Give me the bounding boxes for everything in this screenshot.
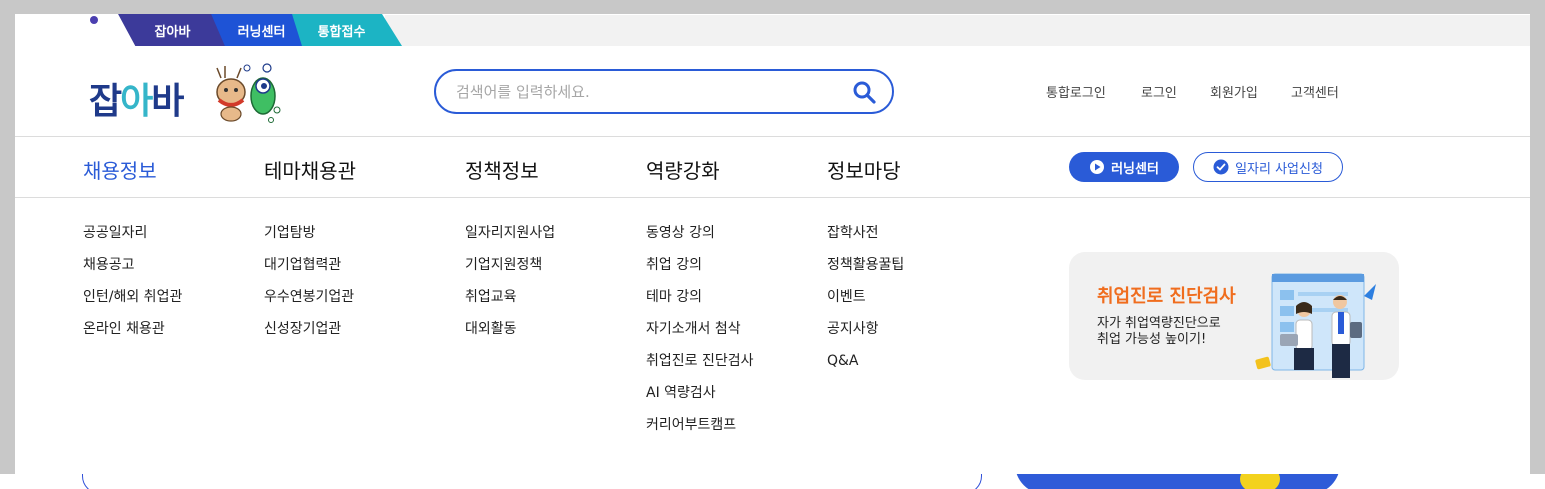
submenu-item[interactable]: 자기소개서 첨삭: [646, 321, 754, 353]
background-dot: [1240, 474, 1280, 489]
background-page: [0, 474, 1545, 489]
logo-char-2: 아: [120, 81, 153, 122]
gnb-job-info[interactable]: 채용정보: [83, 155, 157, 184]
submenu-item[interactable]: 일자리지원사업: [465, 225, 555, 257]
mascot-icon: [216, 63, 281, 123]
submenu-item[interactable]: 동영상 강의: [646, 225, 754, 257]
job-apply-button[interactable]: 일자리 사업신청: [1193, 152, 1343, 182]
submenu-item[interactable]: 취업교육: [465, 289, 555, 321]
login-link[interactable]: 로그인: [1141, 82, 1177, 101]
banner-description: 자가 취업역량진단으로 취업 가능성 높이기!: [1097, 316, 1247, 348]
header-mega-menu: 잡아바 러닝센터 통합접수 잡아바 검색어를 입력하세요. 통합로그인 로그인 …: [15, 14, 1530, 474]
search-input[interactable]: [456, 82, 836, 101]
logo-text: 잡아바: [89, 72, 184, 124]
submenu-item[interactable]: 잡학사전: [827, 225, 904, 257]
submenu-item[interactable]: 커리어부트캠프: [646, 417, 754, 449]
background-card: [82, 474, 982, 489]
gnb-theme-recruit[interactable]: 테마채용관: [264, 155, 356, 184]
background-banner: [1015, 474, 1340, 489]
submenu-item[interactable]: 대기업협력관: [264, 257, 354, 289]
logo-char-3: 바: [151, 81, 184, 122]
banner-desc-line: 취업 가능성 높이기!: [1097, 332, 1207, 347]
submenu-item[interactable]: 신성장기업관: [264, 321, 354, 353]
gnb-info-square[interactable]: 정보마당: [827, 155, 901, 184]
site-logo[interactable]: 잡아바: [89, 58, 281, 124]
submenu-item[interactable]: 기업탐방: [264, 225, 354, 257]
submenu-policy-info: 일자리지원사업 기업지원정책 취업교육 대외활동: [465, 225, 555, 353]
integrated-login-link[interactable]: 통합로그인: [1046, 82, 1106, 101]
submenu-item[interactable]: 정책활용꿀팁: [827, 257, 904, 289]
submenu-capability: 동영상 강의 취업 강의 테마 강의 자기소개서 첨삭 취업진로 진단검사 AI…: [646, 225, 754, 449]
divider: [15, 197, 1530, 198]
job-apply-label: 일자리 사업신청: [1235, 161, 1323, 177]
site-tabs: 잡아바 러닝센터 통합접수: [15, 14, 1530, 46]
banner-title: 취업진로 진단검사: [1097, 286, 1236, 307]
banner-desc-line: 자가 취업역량진단으로: [1097, 316, 1221, 331]
submenu-item[interactable]: 공공일자리: [83, 225, 182, 257]
submenu-item[interactable]: 취업 강의: [646, 257, 754, 289]
submenu-job-info: 공공일자리 채용공고 인턴/해외 취업관 온라인 채용관: [83, 225, 182, 353]
tab-indicator-dot: [90, 16, 98, 24]
submenu-item[interactable]: 기업지원정책: [465, 257, 555, 289]
gnb-policy-info[interactable]: 정책정보: [465, 155, 539, 184]
gnb-capability[interactable]: 역량강화: [646, 155, 720, 184]
submenu-item[interactable]: 취업진로 진단검사: [646, 353, 754, 385]
submenu-item[interactable]: 테마 강의: [646, 289, 754, 321]
career-test-banner[interactable]: 취업진로 진단검사 자가 취업역량진단으로 취업 가능성 높이기!: [1069, 252, 1399, 380]
search-icon[interactable]: [852, 80, 876, 104]
business-people-illustration-icon: [1255, 273, 1376, 378]
tab-jobaba[interactable]: 잡아바: [118, 14, 225, 46]
submenu-item[interactable]: Q&A: [827, 353, 904, 385]
learning-center-button[interactable]: 러닝센터: [1069, 152, 1179, 182]
submenu-item[interactable]: 온라인 채용관: [83, 321, 182, 353]
learning-center-label: 러닝센터: [1111, 161, 1159, 177]
submenu-item[interactable]: 우수연봉기업관: [264, 289, 354, 321]
logo-char-1: 잡: [89, 81, 122, 122]
play-icon: [1090, 160, 1105, 174]
submenu-item[interactable]: 이벤트: [827, 289, 904, 321]
submenu-item[interactable]: AI 역량검사: [646, 385, 754, 417]
submenu-item[interactable]: 채용공고: [83, 257, 182, 289]
check-circle-icon: [1213, 159, 1229, 175]
tab-bar-background: [385, 15, 1530, 46]
customer-center-link[interactable]: 고객센터: [1291, 82, 1339, 101]
submenu-info-square: 잡학사전 정책활용꿀팁 이벤트 공지사항 Q&A: [827, 225, 904, 385]
signup-link[interactable]: 회원가입: [1210, 82, 1258, 101]
search-box: [434, 69, 894, 114]
submenu-item[interactable]: 인턴/해외 취업관: [83, 289, 182, 321]
submenu-item[interactable]: 대외활동: [465, 321, 555, 353]
submenu-theme-recruit: 기업탐방 대기업협력관 우수연봉기업관 신성장기업관: [264, 225, 354, 353]
divider: [15, 136, 1530, 137]
submenu-item[interactable]: 공지사항: [827, 321, 904, 353]
